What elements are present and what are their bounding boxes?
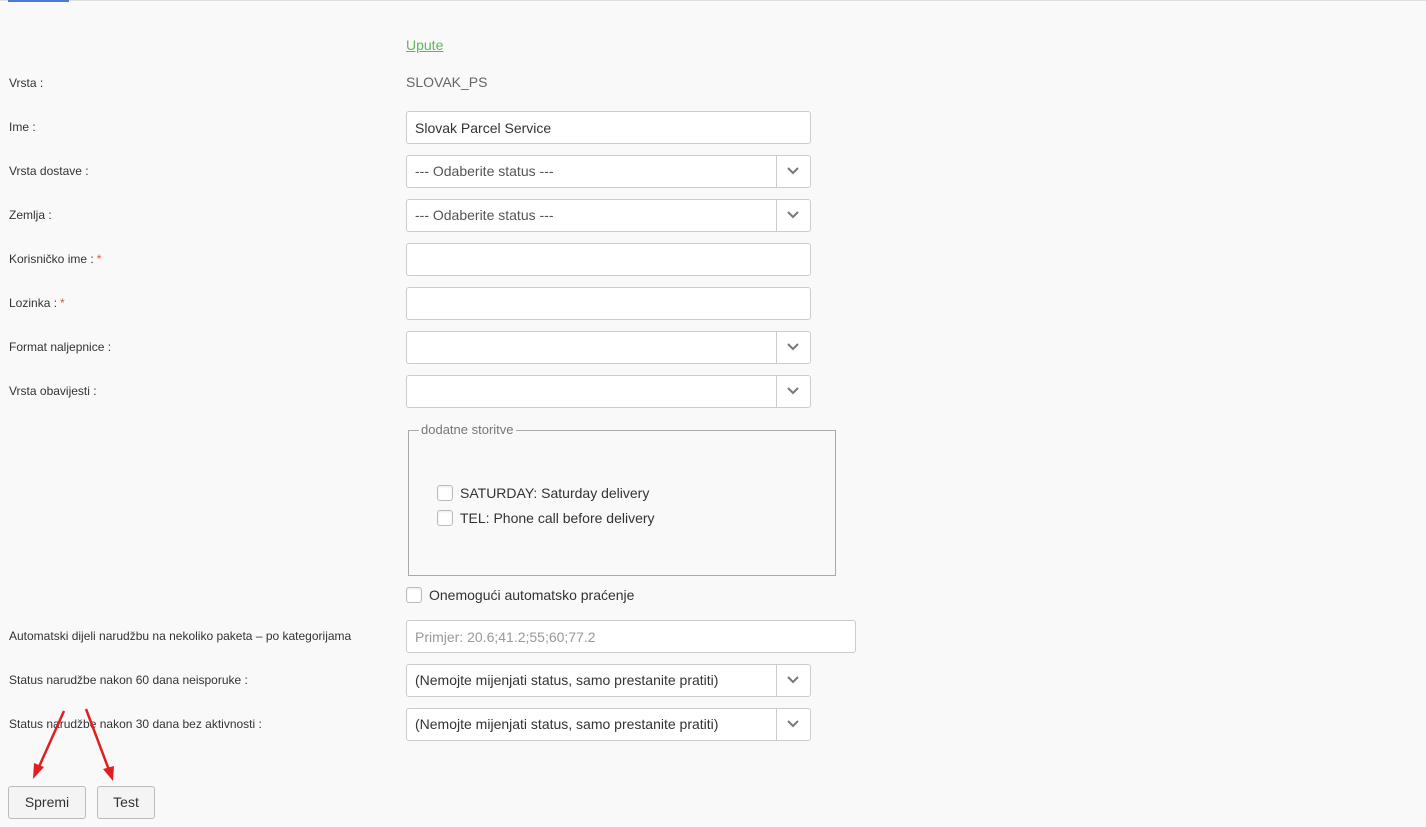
- disable-tracking-checkbox[interactable]: [406, 587, 422, 603]
- service-option-tel[interactable]: TEL: Phone call before delivery: [437, 510, 655, 526]
- name-input[interactable]: [406, 111, 811, 144]
- chevron-down-icon: [787, 167, 799, 175]
- status-60-toggle[interactable]: [776, 665, 810, 696]
- username-label-text: Korisničko ime :: [9, 252, 94, 266]
- status-30-select[interactable]: (Nemojte mijenjati status, samo prestani…: [406, 708, 811, 741]
- save-button[interactable]: Spremi: [8, 786, 86, 819]
- help-link[interactable]: Upute: [406, 37, 443, 53]
- type-label: Vrsta :: [9, 76, 44, 90]
- chevron-down-icon: [787, 343, 799, 351]
- saturday-checkbox-label: SATURDAY: Saturday delivery: [460, 485, 650, 501]
- annotation-arrowhead-save: [33, 763, 44, 779]
- delivery-type-select[interactable]: --- Odaberite status ---: [406, 155, 811, 188]
- status-60-select[interactable]: (Nemojte mijenjati status, samo prestani…: [406, 664, 811, 697]
- country-toggle[interactable]: [776, 200, 810, 231]
- name-label: Ime :: [9, 120, 36, 134]
- password-label-text: Lozinka :: [9, 296, 58, 310]
- additional-services-fieldset: dodatne storitve SATURDAY: Saturday deli…: [408, 422, 836, 576]
- status-60-selected: (Nemojte mijenjati status, samo prestani…: [415, 672, 719, 688]
- label-format-toggle[interactable]: [776, 332, 810, 363]
- country-label: Zemlja :: [9, 208, 52, 222]
- chevron-down-icon: [787, 676, 799, 684]
- username-label: Korisničko ime : *: [9, 252, 101, 266]
- chevron-down-icon: [787, 720, 799, 728]
- type-value: SLOVAK_PS: [406, 74, 488, 90]
- country-select[interactable]: --- Odaberite status ---: [406, 199, 811, 232]
- tab-divider: [0, 0, 1426, 1]
- tel-checkbox-label: TEL: Phone call before delivery: [460, 510, 655, 526]
- password-label: Lozinka : *: [9, 296, 65, 310]
- label-format-label: Format naljepnice :: [9, 340, 112, 354]
- test-button[interactable]: Test: [97, 786, 155, 819]
- username-input[interactable]: [406, 243, 811, 276]
- country-selected: --- Odaberite status ---: [415, 207, 554, 223]
- label-format-select[interactable]: [406, 331, 811, 364]
- active-tab-indicator: [8, 0, 69, 2]
- status-30-toggle[interactable]: [776, 709, 810, 740]
- status-30-selected: (Nemojte mijenjati status, samo prestani…: [415, 716, 719, 732]
- chevron-down-icon: [787, 211, 799, 219]
- saturday-checkbox[interactable]: [437, 485, 453, 501]
- notification-type-select[interactable]: [406, 375, 811, 408]
- disable-tracking-option[interactable]: Onemogući automatsko praćenje: [406, 587, 634, 603]
- notification-type-label: Vrsta obavijesti :: [9, 384, 97, 398]
- auto-split-label: Automatski dijeli narudžbu na nekoliko p…: [9, 629, 352, 643]
- annotation-arrowhead-test: [103, 766, 114, 781]
- delivery-type-label: Vrsta dostave :: [9, 164, 89, 178]
- notification-type-toggle[interactable]: [776, 376, 810, 407]
- auto-split-input[interactable]: [406, 620, 856, 653]
- required-mark: *: [96, 252, 102, 266]
- service-option-saturday[interactable]: SATURDAY: Saturday delivery: [437, 485, 649, 501]
- delivery-type-selected: --- Odaberite status ---: [415, 163, 554, 179]
- delivery-type-toggle[interactable]: [776, 156, 810, 187]
- chevron-down-icon: [787, 387, 799, 395]
- additional-services-legend: dodatne storitve: [419, 422, 516, 437]
- tel-checkbox[interactable]: [437, 510, 453, 526]
- disable-tracking-label: Onemogući automatsko praćenje: [429, 587, 635, 603]
- password-input[interactable]: [406, 287, 811, 320]
- status-30-label: Status narudžbe nakon 30 dana bez aktivn…: [9, 717, 262, 731]
- status-60-label: Status narudžbe nakon 60 dana neisporuke…: [9, 673, 248, 687]
- required-mark: *: [60, 296, 65, 310]
